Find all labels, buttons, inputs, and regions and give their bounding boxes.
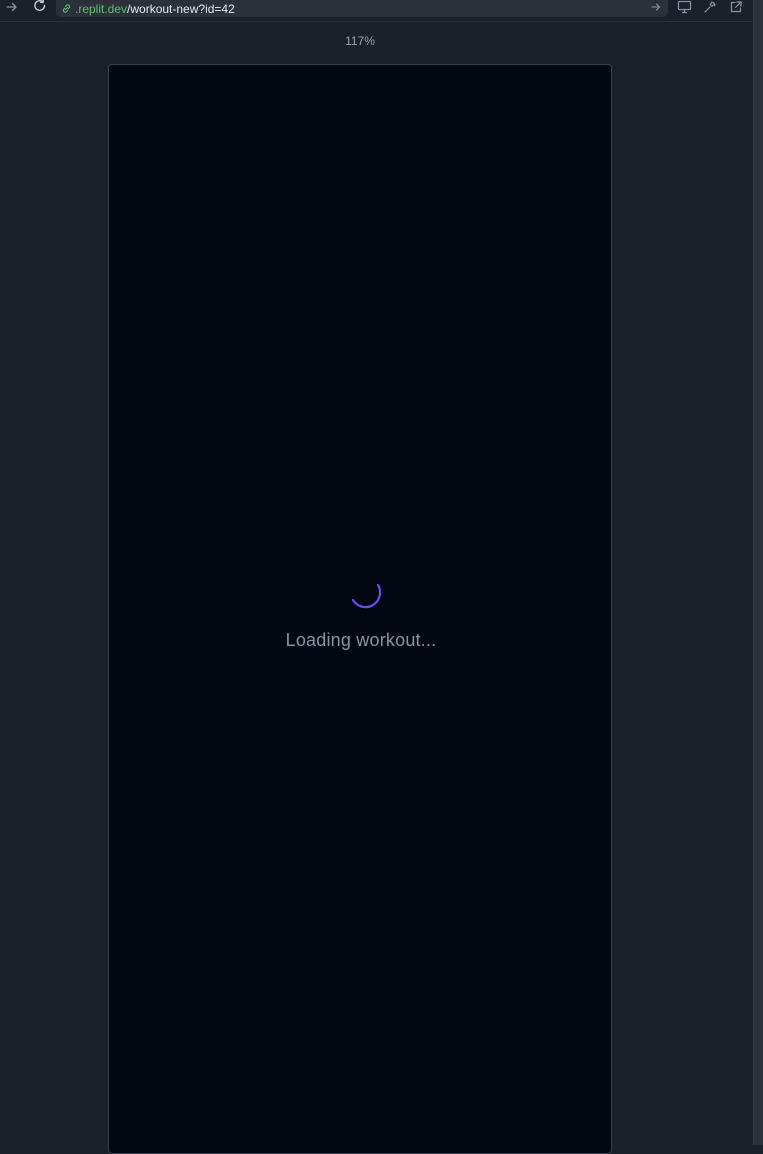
external-link-icon bbox=[730, 1, 742, 13]
loading-message: Loading workout... bbox=[285, 630, 437, 650]
arrow-right-icon bbox=[6, 2, 17, 12]
link-icon bbox=[62, 4, 71, 13]
window-edge bbox=[753, 0, 763, 1145]
browser-toolbar: .replit.dev/workout-new?id=42 bbox=[0, 0, 753, 22]
monitor-icon bbox=[677, 0, 691, 14]
loading-spinner-icon bbox=[351, 583, 382, 609]
forward-button[interactable] bbox=[1, 0, 23, 14]
reload-button[interactable] bbox=[29, 0, 51, 14]
url-path: /workout-new?id=42 bbox=[127, 1, 235, 16]
reload-icon bbox=[34, 0, 46, 11]
open-new-tab-button[interactable] bbox=[725, 0, 747, 14]
app-viewport: Loading workout... bbox=[108, 64, 612, 1154]
devices-button[interactable] bbox=[673, 0, 695, 14]
zoom-level: 117% bbox=[345, 34, 375, 48]
devtools-button[interactable] bbox=[699, 0, 721, 14]
wrench-icon bbox=[704, 1, 716, 13]
arrow-right-icon bbox=[651, 3, 661, 11]
url-host: .replit.dev bbox=[75, 1, 128, 16]
go-button[interactable] bbox=[650, 1, 662, 15]
address-bar[interactable]: .replit.dev/workout-new?id=42 bbox=[56, 0, 668, 17]
